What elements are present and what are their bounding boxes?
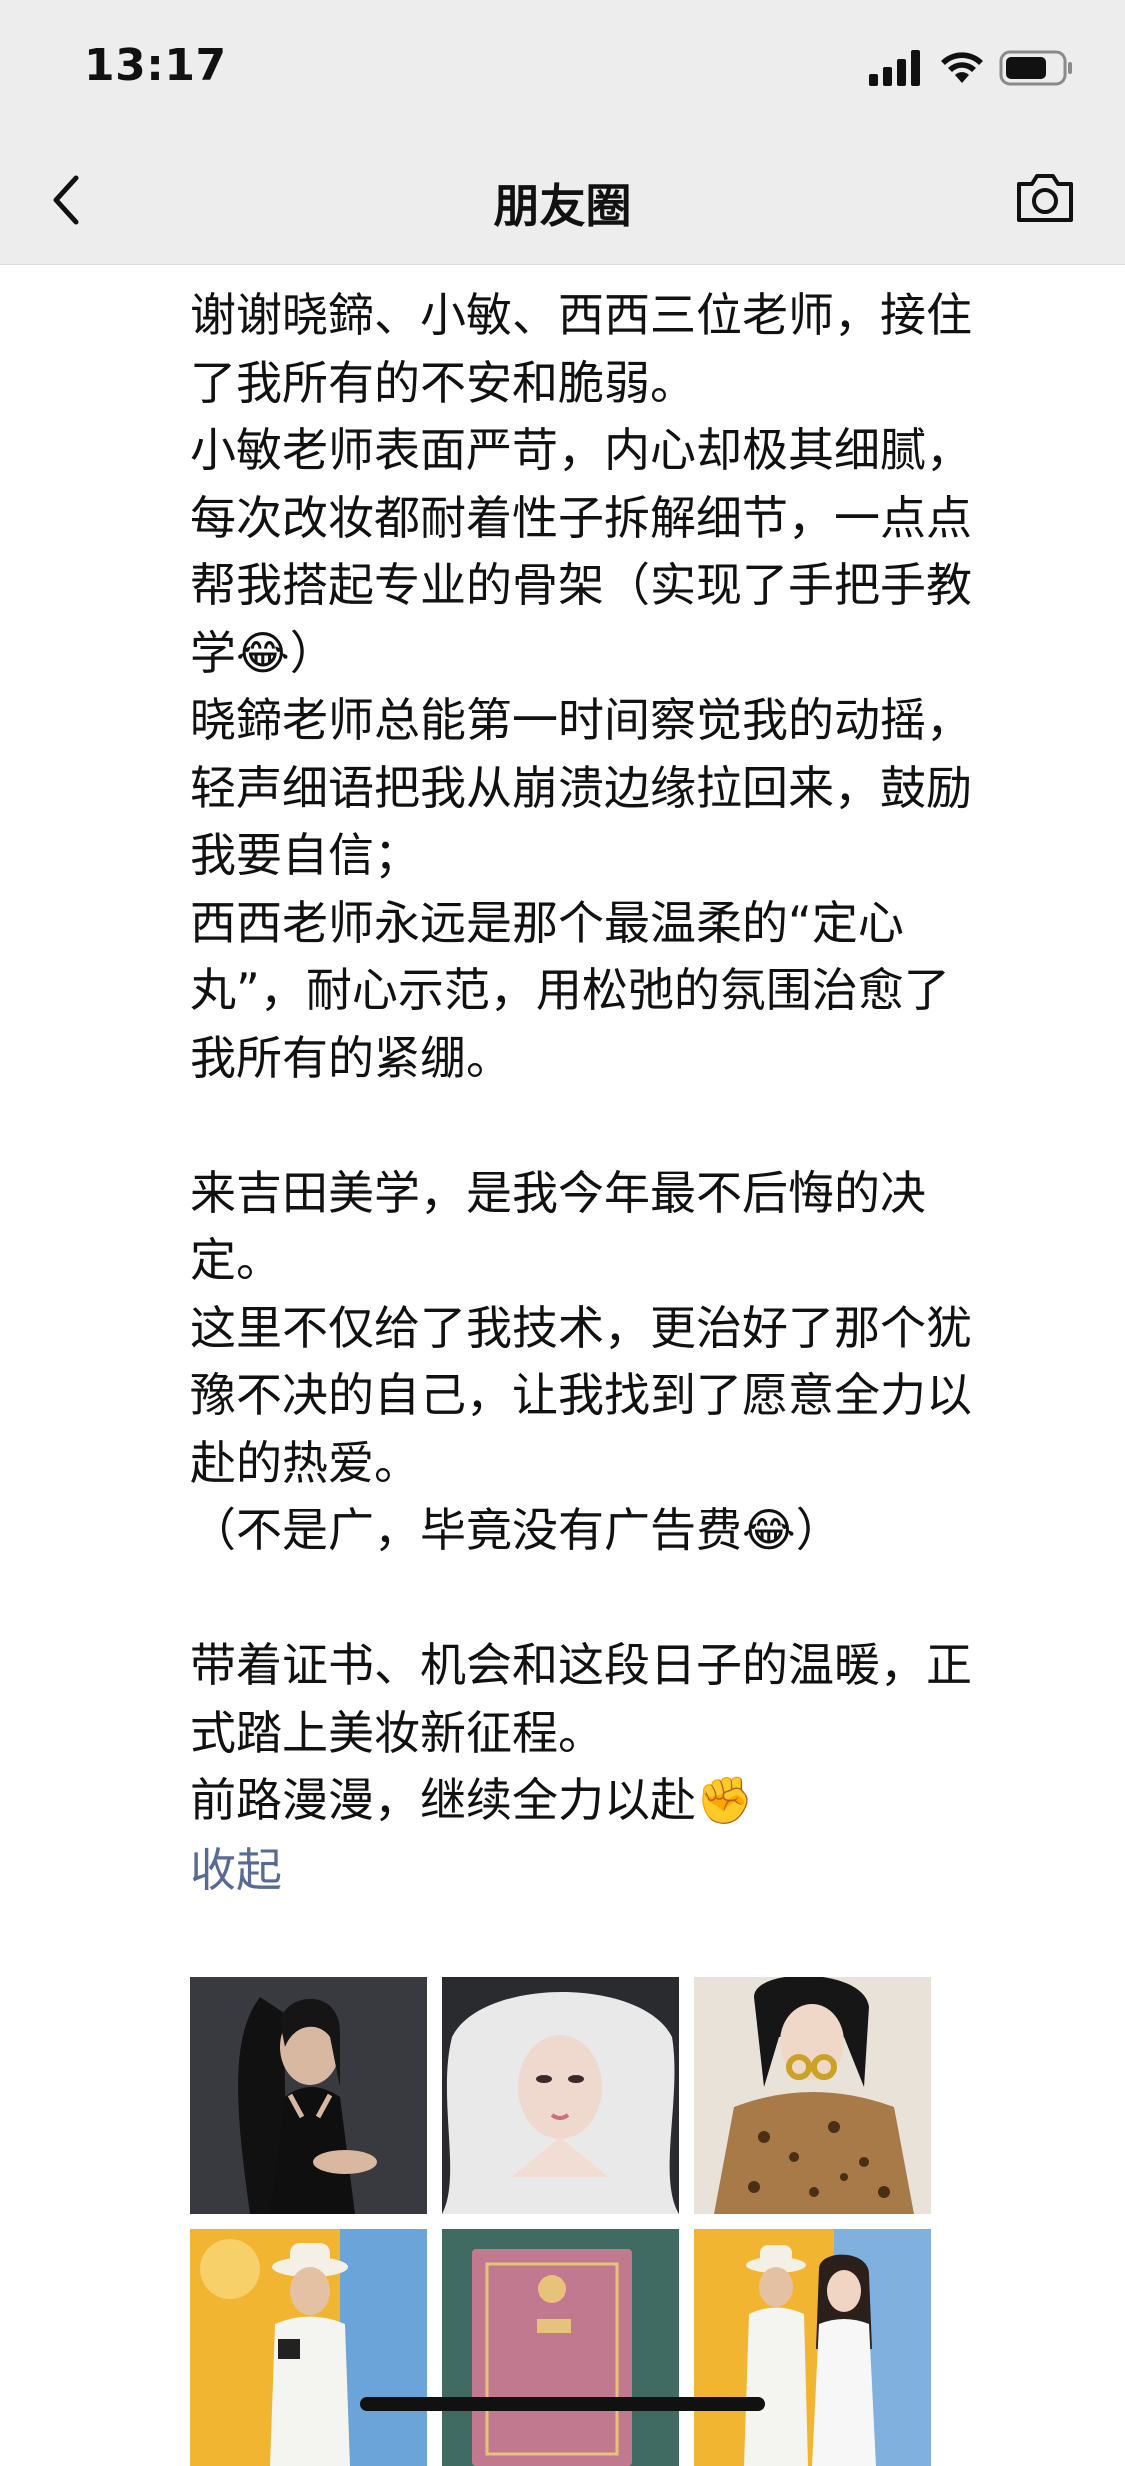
post-text: 谢谢晓鍗、小敏、西西三位老师，接住 了我所有的不安和脆弱。 小敏老师表面严苛，内… bbox=[190, 288, 972, 1827]
photo-man-stage-certificate[interactable] bbox=[190, 2229, 427, 2466]
signal-icon bbox=[869, 50, 920, 86]
status-bar: 13:17 bbox=[0, 0, 1125, 132]
photo-woman-black-dress[interactable] bbox=[190, 1977, 427, 2214]
camera-icon[interactable] bbox=[1013, 168, 1077, 228]
post-content: 谢谢晓鍗、小敏、西西三位老师，接住 了我所有的不安和脆弱。 小敏老师表面严苛，内… bbox=[190, 282, 1090, 1904]
photo-woman-leopard-print[interactable] bbox=[694, 1977, 931, 2214]
nav-bar: 朋友圈 bbox=[0, 132, 1125, 265]
photo-certificate-books[interactable] bbox=[442, 2229, 679, 2466]
collapse-link[interactable]: 收起 bbox=[190, 1837, 1090, 1905]
status-time: 13:17 bbox=[84, 40, 227, 91]
photo-woman-white-veil[interactable] bbox=[442, 1977, 679, 2214]
wifi-icon bbox=[941, 52, 983, 83]
photo-couple-stage[interactable] bbox=[694, 2229, 931, 2466]
battery-icon bbox=[999, 50, 1072, 86]
home-indicator[interactable] bbox=[360, 2397, 765, 2411]
status-icons bbox=[869, 48, 1075, 88]
page-title: 朋友圈 bbox=[493, 179, 632, 233]
